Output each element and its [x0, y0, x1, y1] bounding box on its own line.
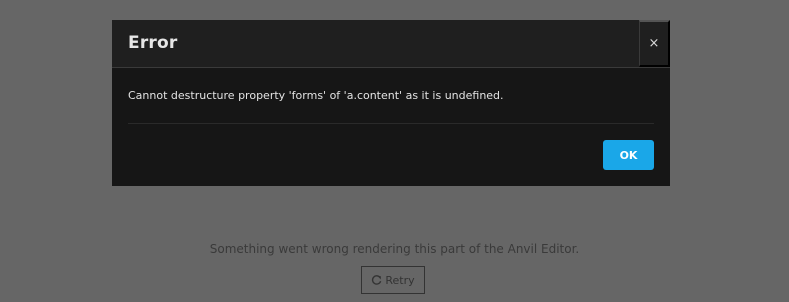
close-icon: × [648, 36, 660, 51]
dialog-message: Cannot destructure property 'forms' of '… [128, 89, 504, 102]
page: Something went wrong rendering this part… [0, 0, 789, 302]
ok-button[interactable]: OK [603, 140, 654, 170]
dialog-header: Error × [112, 20, 670, 68]
error-fallback-message: Something went wrong rendering this part… [209, 242, 580, 256]
dialog-title: Error [128, 33, 178, 53]
error-dialog: Error × Cannot destructure property 'for… [112, 20, 670, 186]
dialog-divider [128, 123, 654, 124]
close-button[interactable]: × [639, 20, 670, 67]
retry-label: Retry [385, 273, 415, 287]
refresh-icon [371, 274, 382, 286]
retry-button[interactable]: Retry [361, 266, 425, 294]
